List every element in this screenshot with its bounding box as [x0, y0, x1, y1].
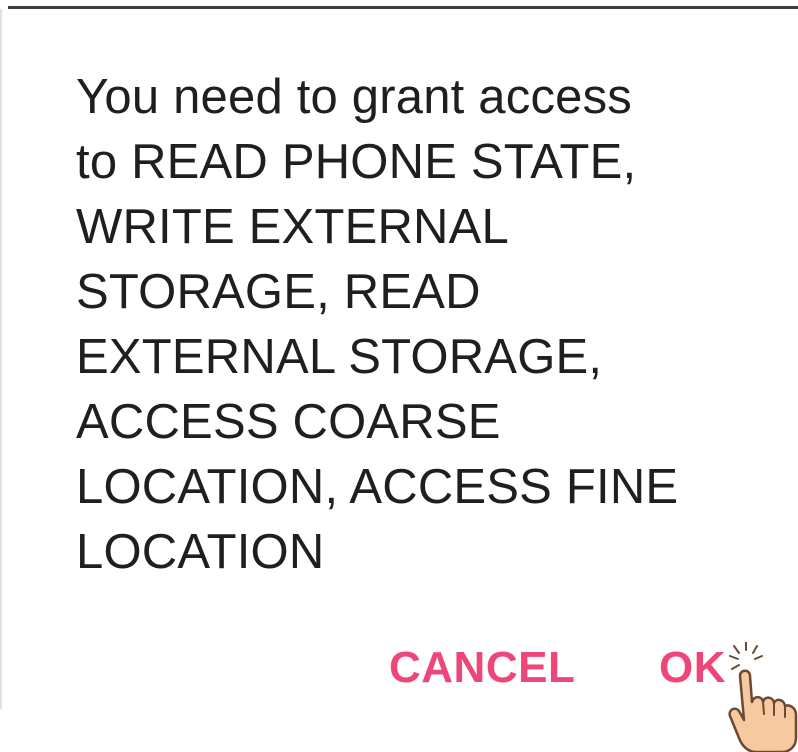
permission-dialog: You need to grant access to READ PHONE S…: [0, 0, 798, 752]
dialog-edge-shadow: [0, 9, 3, 709]
dialog-message: You need to grant access to READ PHONE S…: [76, 70, 679, 579]
top-divider: [8, 6, 798, 9]
ok-button[interactable]: OK: [659, 640, 726, 696]
dialog-button-row: CANCEL OK: [0, 640, 798, 700]
pointing-hand-icon: [728, 642, 798, 752]
cancel-button[interactable]: CANCEL: [389, 640, 575, 696]
